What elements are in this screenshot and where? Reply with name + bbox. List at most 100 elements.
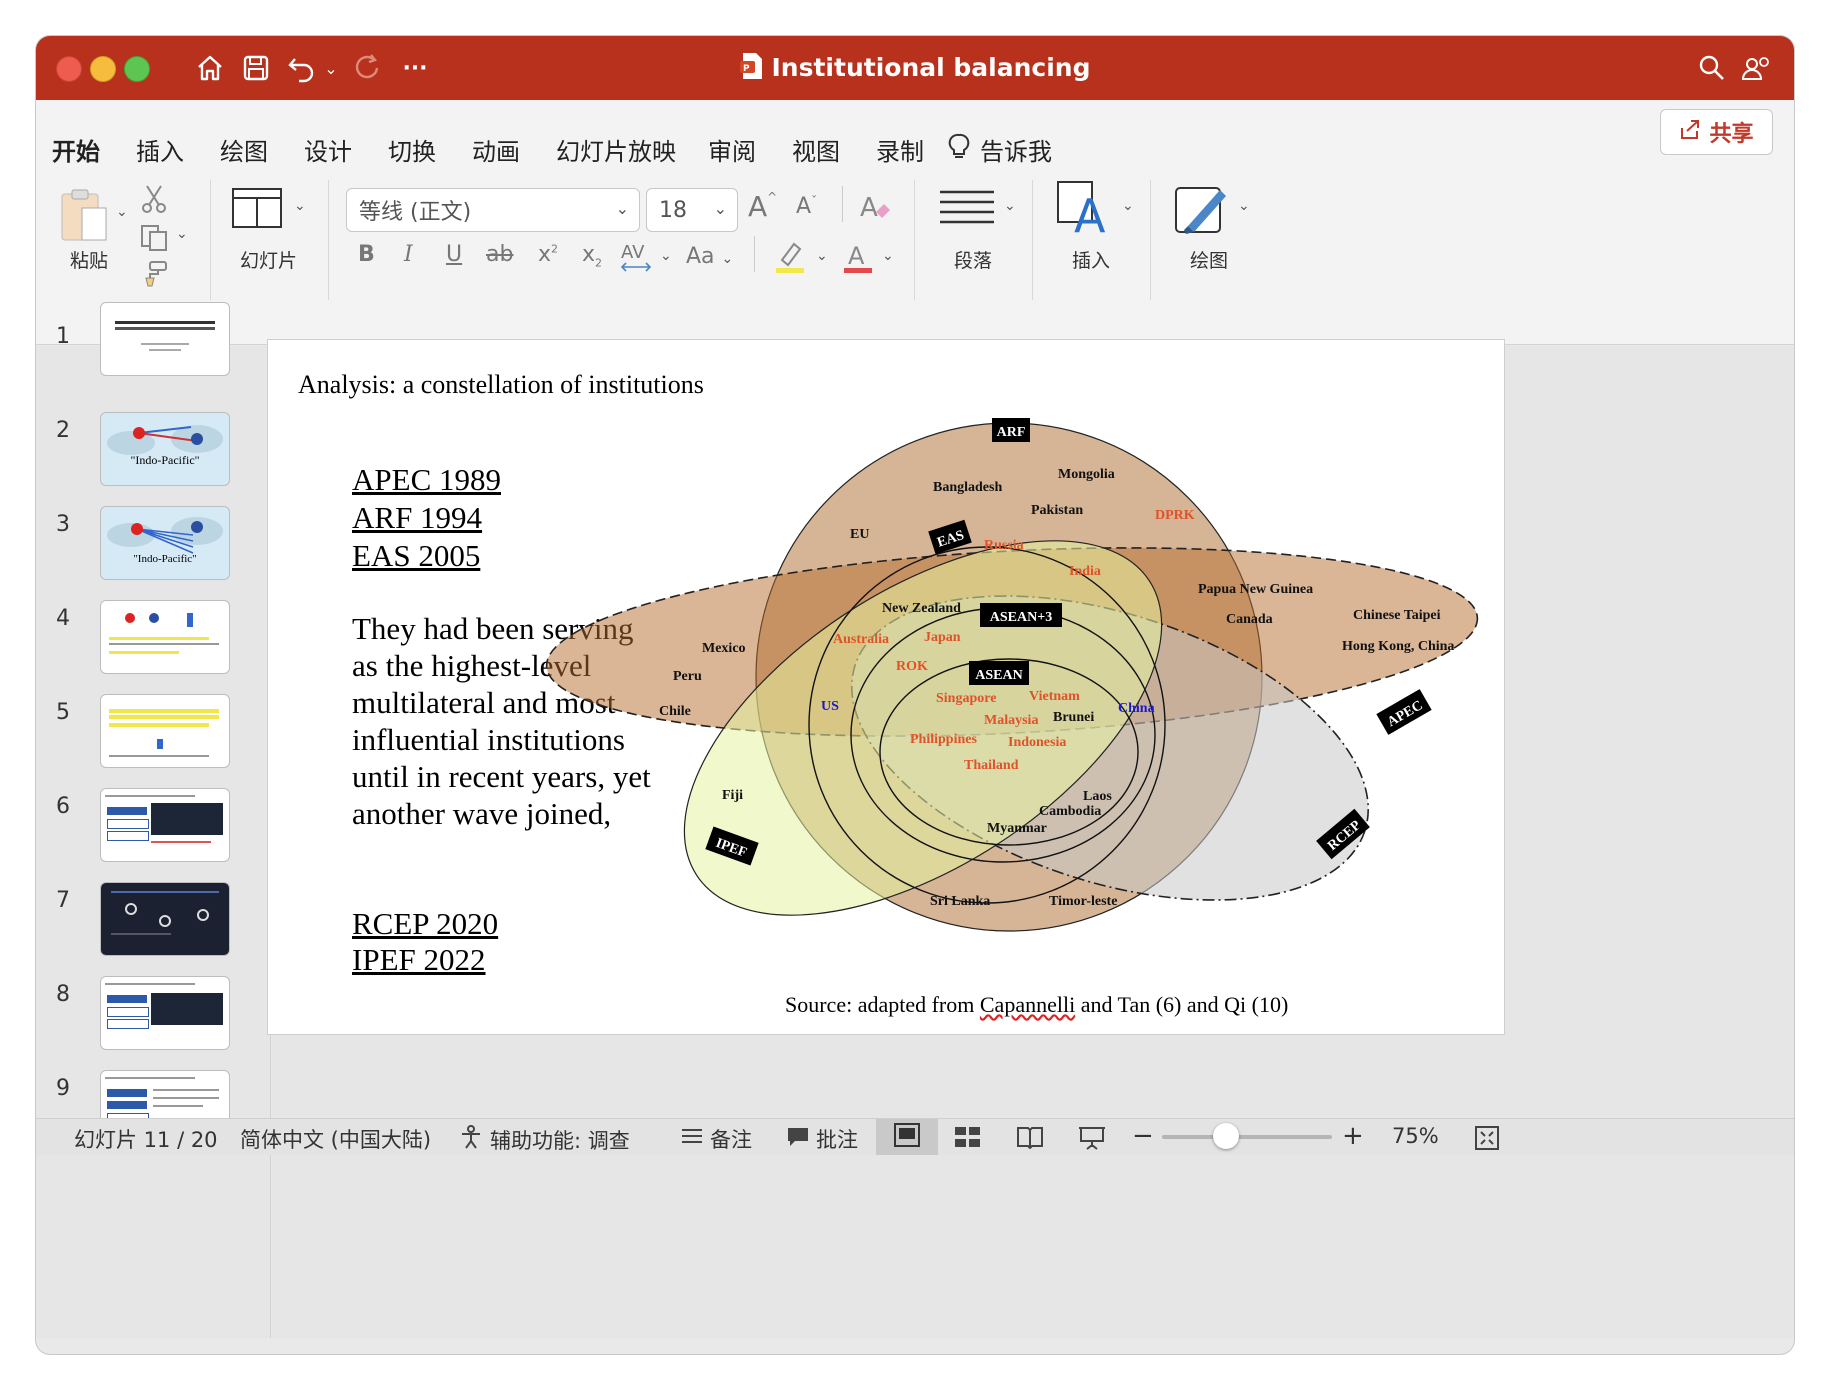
tab-animations[interactable]: 动画 <box>472 132 520 167</box>
separator <box>914 180 915 300</box>
fit-to-window-icon[interactable] <box>1474 1125 1500 1155</box>
svg-text:RCEP: RCEP <box>1325 818 1364 854</box>
source-prefix: Source: adapted from <box>785 992 980 1017</box>
paste-icon[interactable] <box>58 186 114 246</box>
slide-thumbnail-4[interactable] <box>100 600 230 674</box>
source-author: Capannelli <box>979 992 1076 1017</box>
normal-view-button[interactable] <box>876 1119 938 1155</box>
font-name-select[interactable]: 等线 (正文) ⌄ <box>346 188 640 232</box>
format-painter-icon[interactable] <box>140 260 170 292</box>
ribbon-toolbar: ⌄ 粘贴 ⌄ ⌄ 幻灯片 等线 (正文) ⌄ 18 ⌄ A^ Aˇ A B I … <box>36 164 1794 345</box>
slide-layout-icon[interactable] <box>232 188 282 232</box>
slideshow-icon[interactable] <box>1078 1125 1106 1155</box>
share-button[interactable]: 共享 <box>1660 109 1773 155</box>
font-name-value: 等线 (正文) <box>359 200 472 225</box>
increase-font-icon[interactable]: A^ <box>748 190 777 223</box>
bold-icon[interactable]: B <box>358 242 375 267</box>
member-singapore: Singapore <box>936 691 996 706</box>
font-color-dropdown-icon[interactable]: ⌄ <box>882 248 894 264</box>
strikethrough-icon[interactable]: ab <box>486 242 513 267</box>
slide-thumbnail-6[interactable] <box>100 788 230 862</box>
slide-body-text[interactable]: They had been serving as the highest-lev… <box>352 610 652 832</box>
highlight-dropdown-icon[interactable]: ⌄ <box>816 248 828 264</box>
separator <box>210 180 211 300</box>
group-tag-apec: APEC <box>1376 689 1432 735</box>
notes-label: 备注 <box>710 1128 752 1152</box>
change-case-button[interactable]: Aa ⌄ <box>686 244 733 269</box>
paste-dropdown-icon[interactable]: ⌄ <box>116 204 128 220</box>
lightbulb-icon <box>948 133 970 167</box>
subscript-icon[interactable]: x2 <box>582 242 602 269</box>
account-icon[interactable] <box>1738 50 1774 86</box>
insert-dropdown-icon[interactable]: ⌄ <box>1122 198 1134 214</box>
language-indicator[interactable]: 简体中文 (中国大陆) <box>240 1124 431 1154</box>
slide-thumbnail-1[interactable] <box>100 302 230 376</box>
asean-ellipse <box>879 658 1139 846</box>
tell-me-button[interactable]: 告诉我 <box>948 132 1052 167</box>
slide-thumbnail-5[interactable] <box>100 694 230 768</box>
tab-slideshow[interactable]: 幻灯片放映 <box>556 132 676 167</box>
member-brunei: Brunei <box>1053 710 1094 725</box>
tab-design[interactable]: 设计 <box>304 132 352 167</box>
italic-icon[interactable]: I <box>404 242 413 267</box>
tab-draw[interactable]: 绘图 <box>220 132 268 167</box>
group-tag-eas: EAS <box>928 519 972 555</box>
current-slide[interactable]: Analysis: a constellation of institution… <box>268 340 1504 1034</box>
copy-dropdown-icon[interactable]: ⌄ <box>176 226 188 242</box>
tab-home[interactable]: 开始 <box>52 132 100 167</box>
slide-thumbnail-pane[interactable]: 1 2 "Indo-Pacific" 3 "Indo-Pacific" 4 5 <box>36 302 271 1338</box>
list-item: ARF 1994 <box>352 500 483 535</box>
tab-review[interactable]: 审阅 <box>708 132 756 167</box>
slide-number: 1 <box>56 324 70 349</box>
slide-thumbnail-2[interactable]: "Indo-Pacific" <box>100 412 230 486</box>
zoom-level[interactable]: 75% <box>1392 1124 1439 1148</box>
draw-icon[interactable] <box>1174 182 1234 242</box>
accessibility-label: 辅助功能: 调查 <box>490 1128 630 1153</box>
slide-thumbnail-7[interactable] <box>100 882 230 956</box>
copy-icon[interactable] <box>140 224 170 256</box>
slide-title[interactable]: Analysis: a constellation of institution… <box>298 370 704 400</box>
search-icon[interactable] <box>1694 50 1730 86</box>
list-item: APEC 1989 <box>352 462 501 497</box>
member-australia: Australia <box>833 632 889 647</box>
decrease-font-icon[interactable]: Aˇ <box>796 194 817 219</box>
notes-button[interactable]: 备注 <box>680 1124 752 1154</box>
chevron-down-icon: ⌄ <box>713 199 727 218</box>
underline-icon[interactable]: U <box>446 242 462 267</box>
clear-formatting-icon[interactable]: A <box>858 190 892 228</box>
font-color-icon[interactable]: A <box>842 238 876 278</box>
paragraph-dropdown-icon[interactable]: ⌄ <box>1004 198 1016 214</box>
font-size-select[interactable]: 18 ⌄ <box>646 188 738 232</box>
cut-icon[interactable] <box>140 184 168 218</box>
member-rok: ROK <box>896 659 928 674</box>
slide-thumbnail-3[interactable]: "Indo-Pacific" <box>100 506 230 580</box>
zoom-slider-track[interactable] <box>1162 1135 1332 1139</box>
tab-view[interactable]: 视图 <box>792 132 840 167</box>
draw-dropdown-icon[interactable]: ⌄ <box>1238 198 1250 214</box>
zoom-slider-thumb[interactable] <box>1213 1123 1239 1149</box>
zoom-out-button[interactable]: − <box>1132 1121 1154 1151</box>
member-canada: Canada <box>1226 612 1273 627</box>
tab-transitions[interactable]: 切换 <box>388 132 436 167</box>
member-myanmar: Myanmar <box>987 821 1047 836</box>
paragraph-icon[interactable] <box>938 188 998 234</box>
slide-dropdown-icon[interactable]: ⌄ <box>294 198 306 214</box>
group-tag-asean-plus-3: ASEAN+3 <box>980 603 1062 627</box>
tab-insert[interactable]: 插入 <box>136 132 184 167</box>
zoom-in-button[interactable]: + <box>1342 1121 1364 1151</box>
spacing-dropdown-icon[interactable]: ⌄ <box>660 248 672 264</box>
accessibility-button[interactable]: 辅助功能: 调查 <box>458 1124 630 1155</box>
slide-sorter-icon[interactable] <box>954 1125 982 1153</box>
arf-circle <box>755 422 1263 932</box>
superscript-icon[interactable]: x2 <box>538 242 558 267</box>
highlight-icon[interactable] <box>774 238 808 278</box>
slide-number: 2 <box>56 418 70 443</box>
reading-view-icon[interactable] <box>1016 1125 1044 1153</box>
insert-textbox-icon[interactable]: A <box>1056 180 1120 243</box>
member-hong-kong: Hong Kong, China <box>1342 639 1454 654</box>
character-spacing-icon[interactable]: AV <box>620 240 654 278</box>
slide-thumbnail-8[interactable] <box>100 976 230 1050</box>
comments-button[interactable]: 批注 <box>786 1124 858 1154</box>
share-icon <box>1679 118 1701 146</box>
tab-record[interactable]: 录制 <box>876 132 924 167</box>
